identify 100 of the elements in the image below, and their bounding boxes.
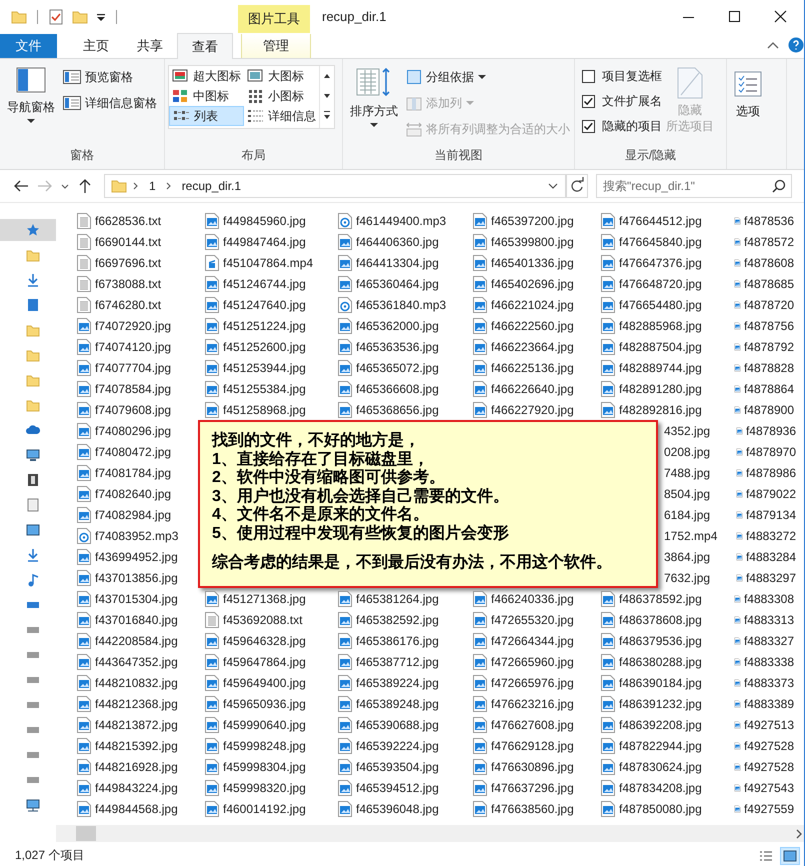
file-item[interactable]: f476627608.jpg [472,714,600,735]
file-item[interactable]: f465394512.jpg [337,777,472,798]
computer-icon[interactable] [26,448,40,462]
file-item[interactable]: f451247640.jpg [204,294,337,315]
file-item[interactable]: f4878970 [736,441,796,462]
scrollbar-thumb[interactable] [76,826,96,841]
file-item[interactable]: f6746280.txt [76,294,204,315]
scroll-right-icon[interactable] [794,826,804,840]
file-item[interactable]: f466222560.jpg [472,315,600,336]
file-item[interactable]: f465401336.jpg [472,252,600,273]
file-item[interactable]: f472655320.jpg [472,609,600,630]
file-item[interactable]: f74082640.jpg [76,483,198,504]
file-name[interactable]: 3864.jpg [664,550,710,564]
layout-option[interactable]: 小图标 [244,86,319,106]
file-item[interactable]: f487850080.jpg [600,798,734,819]
file-item[interactable]: f486378592.jpg [600,588,734,609]
file-item[interactable]: f451255384.jpg [204,378,337,399]
file-item[interactable]: f451047864.mp4 [204,252,337,273]
file-item[interactable]: f4878720 [734,294,794,315]
file-item[interactable]: f464413304.jpg [337,252,472,273]
file-name[interactable]: 0208.jpg [664,444,710,458]
file-item[interactable]: f4927543 [734,777,794,798]
layout-option[interactable]: 列表 [169,106,244,126]
file-item[interactable]: f4883297 [736,567,796,588]
file-item[interactable]: f465393504.jpg [337,756,472,777]
file-item[interactable]: f4878608 [734,252,794,273]
file-item[interactable]: f465363536.jpg [337,336,472,357]
file-item[interactable]: f4927559 [734,798,794,819]
file-item[interactable]: f74079608.jpg [76,399,204,420]
file-item[interactable]: f6738088.txt [76,273,204,294]
details-pane-button[interactable]: 详细信息窗格 [63,93,157,113]
file-item[interactable]: f4878936 [736,420,796,441]
file-item[interactable]: f465386176.jpg [337,630,472,651]
file-name[interactable]: 7488.jpg [664,466,710,480]
music-icon[interactable] [26,573,40,587]
file-item[interactable]: f486391232.jpg [600,693,734,714]
file-item[interactable]: f472664344.jpg [472,630,600,651]
file-item[interactable]: f465389248.jpg [337,693,472,714]
file-item[interactable]: f465389224.jpg [337,672,472,693]
file-item[interactable]: f465366608.jpg [337,378,472,399]
file-item[interactable]: f465402696.jpg [472,273,600,294]
file-item[interactable]: f4883308 [734,588,794,609]
checkbox[interactable] [582,70,595,83]
file-item[interactable]: f4879022 [736,483,796,504]
file-item[interactable]: f4878572 [734,231,794,252]
file-item[interactable]: f465399800.jpg [472,231,600,252]
preview-pane-button[interactable]: 预览窗格 [63,67,157,87]
file-item[interactable]: f482885968.jpg [600,315,734,336]
file-item[interactable]: f443647352.jpg [76,651,204,672]
file-item[interactable]: f4883313 [734,609,794,630]
file-item[interactable]: f465382592.jpg [337,609,472,630]
file-item[interactable]: f448212368.jpg [76,693,204,714]
file-item[interactable]: f472665976.jpg [472,672,600,693]
file-item[interactable]: f482892816.jpg [600,399,734,420]
file-item[interactable]: f465387712.jpg [337,651,472,672]
ribbon-tab[interactable]: 查看 [177,33,233,59]
file-item[interactable]: f449845960.jpg [204,210,337,231]
file-item[interactable]: f464406360.jpg [337,231,472,252]
file-item[interactable]: f4883272 [736,525,796,546]
file-item[interactable]: f4878685 [734,273,794,294]
file-item[interactable]: f466227920.jpg [472,399,600,420]
file-item[interactable]: f449847464.jpg [204,231,337,252]
breadcrumb[interactable]: 1 [145,179,160,193]
file-item[interactable]: f461449400.mp3 [337,210,472,231]
file-item[interactable]: f4883389 [734,693,794,714]
file-item[interactable]: f4883284 [736,546,796,567]
file-item[interactable]: f465390688.jpg [337,714,472,735]
network-icon[interactable] [26,798,40,812]
file-item[interactable]: f466221024.jpg [472,294,600,315]
file-item[interactable]: f74072920.jpg [76,315,204,336]
group-by-button[interactable]: 分组依据 [406,67,570,87]
file-item[interactable]: f74080296.jpg [76,420,198,441]
search-icon[interactable] [772,179,786,193]
file-item[interactable]: f451252600.jpg [204,336,337,357]
file-item[interactable]: f459649400.jpg [204,672,337,693]
layout-option[interactable]: 大图标 [244,66,319,86]
file-item[interactable]: f451246744.jpg [204,273,337,294]
file-item[interactable]: f74074120.jpg [76,336,204,357]
file-item[interactable]: f459650936.jpg [204,693,337,714]
sort-by-button[interactable]: 排序方式 [346,63,402,147]
file-item[interactable]: f465361840.mp3 [337,294,472,315]
file-item[interactable]: f476645840.jpg [600,231,734,252]
help-icon[interactable] [788,37,804,53]
file-item[interactable]: f4883338 [734,651,794,672]
file-item[interactable]: f466223664.jpg [472,336,600,357]
download-icon[interactable] [26,273,40,287]
file-item[interactable]: f4878536 [734,210,794,231]
file-item[interactable]: f466240336.jpg [472,588,600,609]
file-item[interactable]: f74083952.mp3 [76,525,198,546]
file-item[interactable]: f486378608.jpg [600,609,734,630]
file-item[interactable]: f6628536.txt [76,210,204,231]
file-item[interactable]: f437015304.jpg [76,588,204,609]
file-item[interactable]: f476647376.jpg [600,252,734,273]
search-field[interactable]: 搜索"recup_dir.1" [596,174,792,198]
file-item[interactable]: f4878828 [734,357,794,378]
file-item[interactable]: f482889744.jpg [600,357,734,378]
large-icons-view-button[interactable] [780,846,800,864]
file-item[interactable]: f4878756 [734,315,794,336]
horizontal-scrollbar[interactable] [56,825,804,842]
layout-option[interactable]: 中图标 [169,86,244,106]
